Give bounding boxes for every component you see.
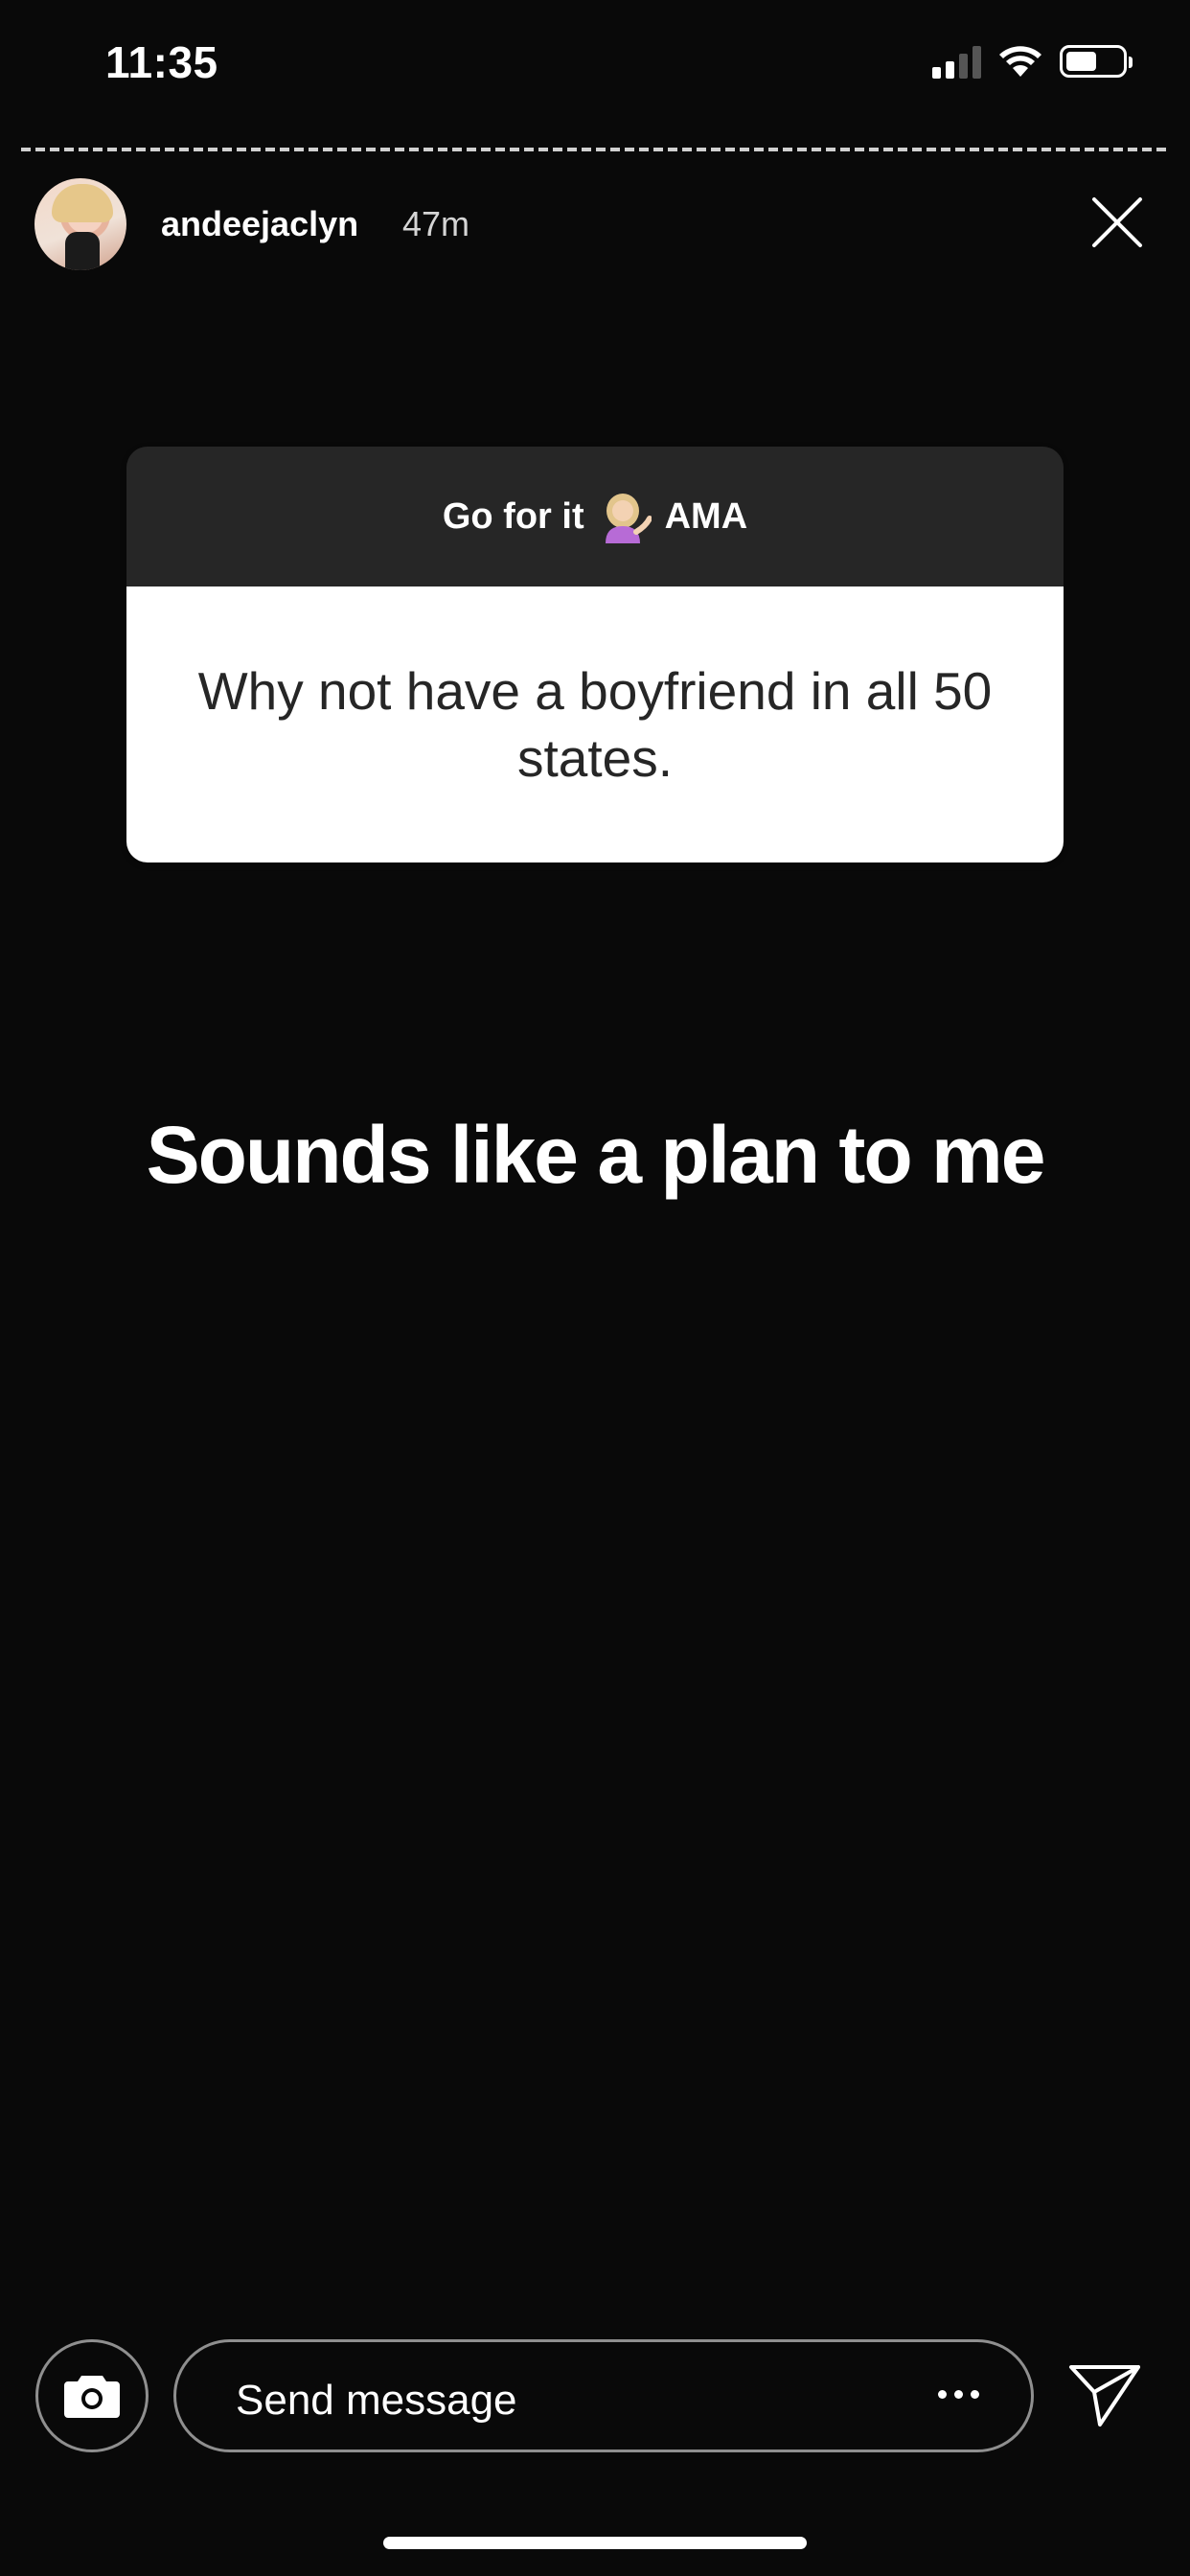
status-icons	[932, 44, 1133, 79]
home-indicator[interactable]	[383, 2537, 807, 2549]
avatar[interactable]	[34, 178, 126, 270]
wifi-icon	[999, 46, 1041, 77]
story-progress-segments	[21, 148, 1169, 151]
battery-icon	[1060, 45, 1133, 78]
person-tipping-hand-emoji	[605, 494, 652, 543]
avatar-outfit	[65, 232, 100, 270]
story-screen: 11:35 andeejaclyn 47m Go for it AMA Why …	[0, 0, 1190, 2576]
send-message-input[interactable]: Send message	[173, 2339, 1034, 2452]
avatar-hair	[52, 184, 113, 222]
status-time: 11:35	[105, 37, 218, 87]
question-text: Why not have a boyfriend in all 50 state…	[126, 586, 1064, 862]
more-horizontal-icon[interactable]	[938, 2390, 979, 2399]
paper-plane-send-icon[interactable]	[1067, 2361, 1142, 2428]
close-icon[interactable]	[1090, 196, 1144, 249]
question-sticker-header: Go for it AMA	[126, 447, 1064, 586]
cellular-signal-icon	[932, 44, 981, 79]
send-message-placeholder: Send message	[236, 2377, 517, 2424]
sticker-prompt: Go for it	[442, 495, 584, 537]
story-username[interactable]: andeejaclyn	[161, 204, 358, 244]
camera-button[interactable]	[35, 2339, 149, 2452]
story-caption: Sounds like a plan to me	[146, 1110, 1046, 1200]
story-timestamp: 47m	[402, 204, 470, 243]
sticker-prompt-suffix: AMA	[664, 495, 748, 537]
camera-icon	[64, 2376, 120, 2418]
story-progress	[21, 148, 1169, 151]
question-sticker: Go for it AMA Why not have a boyfriend i…	[126, 447, 1064, 862]
